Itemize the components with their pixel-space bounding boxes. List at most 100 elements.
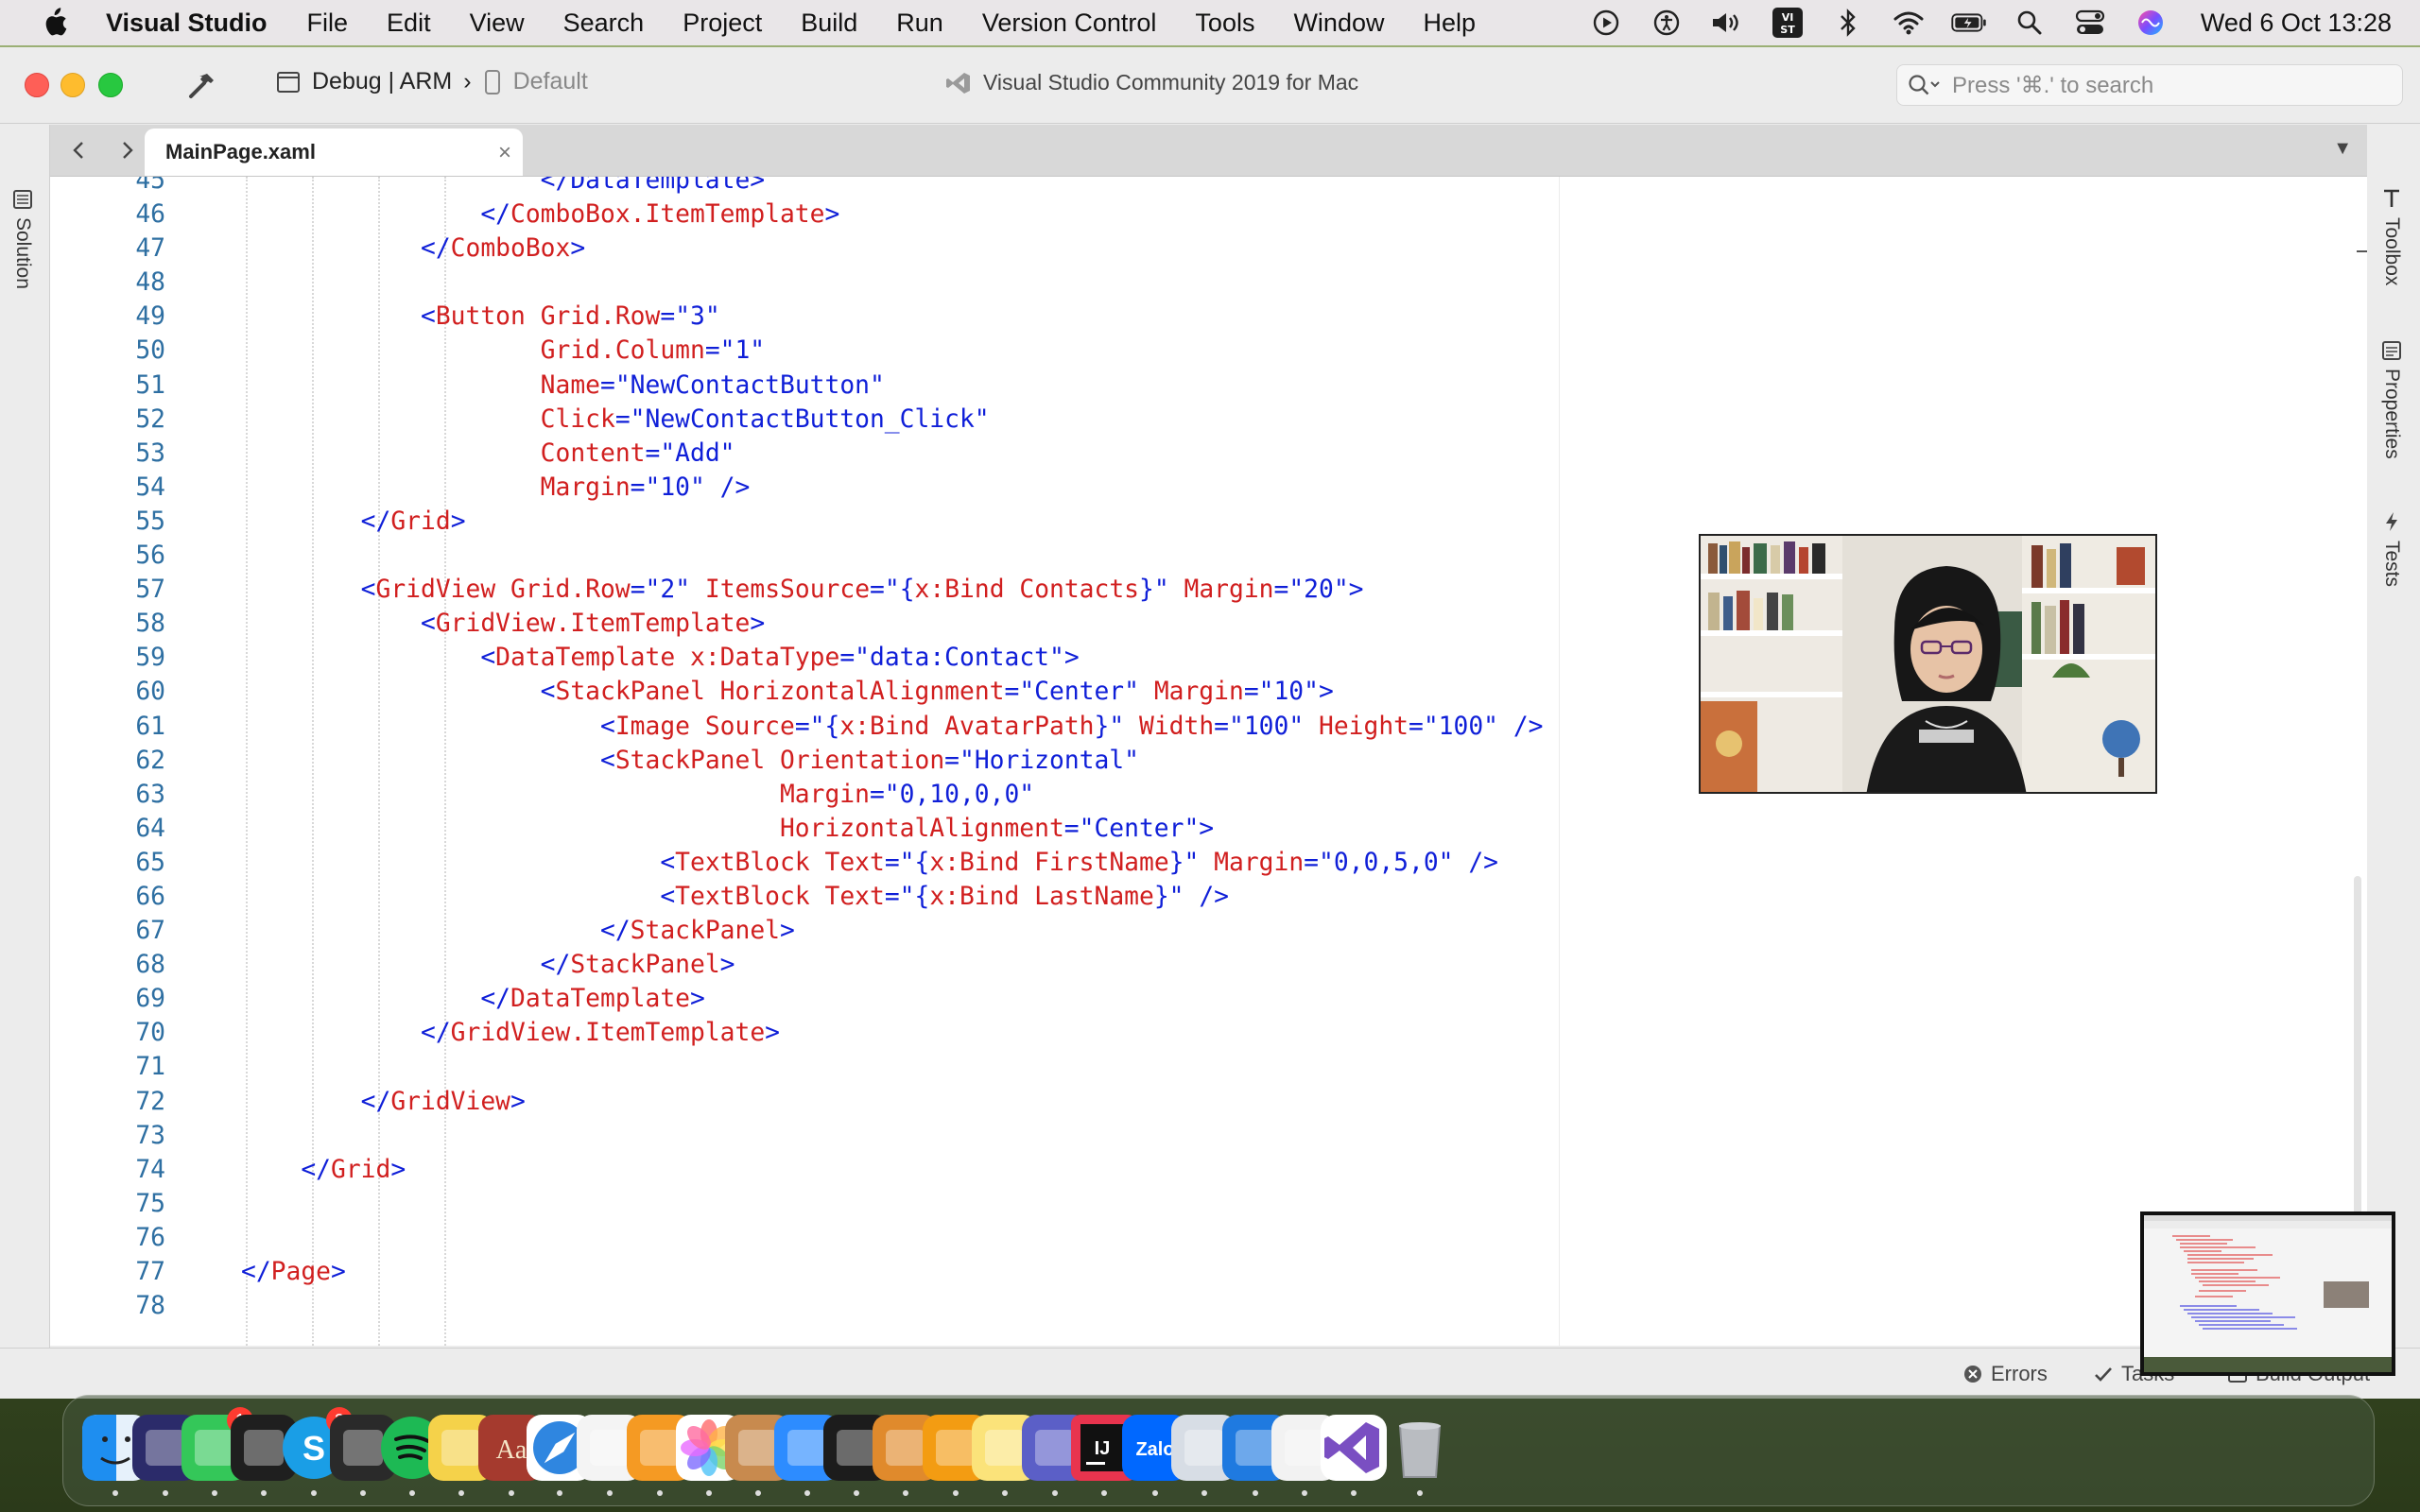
code-line[interactable]: 62 <StackPanel Orientation="Horizontal" xyxy=(50,744,1544,778)
code-line[interactable]: 59 <DataTemplate x:DataType="data:Contac… xyxy=(50,641,1544,675)
properties-pad-tab[interactable]: Properties xyxy=(2380,340,2403,459)
menu-view[interactable]: View xyxy=(470,9,525,38)
run-configuration-selector[interactable]: Debug | ARM › Default xyxy=(276,68,588,95)
siri-icon[interactable] xyxy=(2133,7,2169,39)
code-line[interactable]: 61 <Image Source="{x:Bind AvatarPath}" W… xyxy=(50,710,1543,744)
code-token: < xyxy=(599,746,615,775)
running-indicator xyxy=(854,1490,859,1496)
screen-recording-preview-thumbnail[interactable] xyxy=(2140,1211,2395,1376)
code-line[interactable]: 56 xyxy=(50,539,1544,573)
code-line[interactable]: 51 Name="NewContactButton" xyxy=(50,369,1544,403)
code-line[interactable]: 47 </ComboBox> xyxy=(50,232,1544,266)
tab-close-icon[interactable]: × xyxy=(498,140,511,166)
code-line[interactable]: 70 </GridView.ItemTemplate> xyxy=(50,1016,1544,1050)
tests-pad-tab[interactable]: Tests xyxy=(2380,510,2403,587)
menu-run[interactable]: Run xyxy=(896,9,943,38)
code-line[interactable]: 55 </Grid> xyxy=(50,505,1544,539)
code-line[interactable]: 73 xyxy=(50,1119,1544,1153)
code-line[interactable]: 64 HorizontalAlignment="Center"> xyxy=(50,812,1544,846)
global-search-field[interactable]: Press '⌘.' to search xyxy=(1896,64,2403,106)
code-line[interactable]: 46 </ComboBox.ItemTemplate> xyxy=(50,198,1544,232)
menu-version-control[interactable]: Version Control xyxy=(982,9,1157,38)
window-minimize-button[interactable] xyxy=(60,73,85,97)
device-label[interactable]: Default xyxy=(513,68,588,95)
code-line[interactable]: 74 </Grid> xyxy=(50,1153,1544,1187)
code-line[interactable]: 78 xyxy=(50,1289,1544,1323)
menu-tools[interactable]: Tools xyxy=(1195,9,1254,38)
code-token: </ xyxy=(480,200,510,230)
menu-build[interactable]: Build xyxy=(801,9,857,38)
code-line[interactable]: 58 <GridView.ItemTemplate> xyxy=(50,607,1544,641)
code-line[interactable]: 75 xyxy=(50,1187,1544,1221)
menu-file[interactable]: File xyxy=(307,9,349,38)
solution-pad-tab[interactable]: Solution xyxy=(11,189,34,289)
menu-edit[interactable]: Edit xyxy=(387,9,431,38)
tab-overflow-dropdown-icon[interactable]: ▼ xyxy=(2333,138,2352,160)
code-line[interactable]: 72 </GridView> xyxy=(50,1085,1544,1119)
code-line[interactable]: 68 </StackPanel> xyxy=(50,948,1544,982)
errors-pad-button[interactable]: Errors xyxy=(1962,1362,2048,1386)
toolbox-pad-tab[interactable]: Toolbox xyxy=(2380,187,2403,285)
code-line[interactable]: 60 <StackPanel HorizontalAlignment="Cent… xyxy=(50,675,1544,709)
play-circle-icon[interactable] xyxy=(1588,7,1624,39)
code-line[interactable]: 63 Margin="0,10,0,0" xyxy=(50,778,1544,812)
code-token: }" xyxy=(1168,848,1215,877)
volume-icon[interactable] xyxy=(1709,7,1745,39)
code-token: HorizontalAlignment xyxy=(719,678,1005,707)
spotlight-search-icon[interactable] xyxy=(2012,7,2048,39)
battery-icon[interactable] xyxy=(1951,7,1987,39)
code-line[interactable]: 53 Content="Add" xyxy=(50,437,1544,471)
menu-bar-clock[interactable]: Wed 6 Oct 13:28 xyxy=(2201,9,2392,38)
code-token: StackPanel xyxy=(630,917,780,946)
menu-help[interactable]: Help xyxy=(1423,9,1476,38)
tab-mainpage-xaml[interactable]: MainPage.xaml × xyxy=(145,129,523,176)
solution-pad-label: Solution xyxy=(12,217,34,289)
menu-project[interactable]: Project xyxy=(683,9,762,38)
code-token: </ xyxy=(480,985,510,1014)
code-token: > xyxy=(719,951,735,980)
trash-icon[interactable] xyxy=(1387,1415,1453,1496)
window-close-button[interactable] xyxy=(25,73,49,97)
code-line[interactable]: 65 <TextBlock Text="{x:Bind FirstName}" … xyxy=(50,846,1544,880)
code-line[interactable]: 77 </Page> xyxy=(50,1255,1544,1289)
code-token: ="100" xyxy=(1214,712,1319,741)
visual-studio-icon[interactable] xyxy=(1321,1415,1387,1496)
code-line[interactable]: 50 Grid.Column="1" xyxy=(50,334,1544,368)
vi-st-input-icon[interactable]: VI ST xyxy=(1770,7,1806,39)
app-menu[interactable]: Visual Studio xyxy=(106,9,268,38)
running-indicator xyxy=(409,1490,415,1496)
line-number: 61 xyxy=(135,712,165,741)
code-line[interactable]: 54 Margin="10" /> xyxy=(50,471,1544,505)
code-line[interactable]: 71 xyxy=(50,1050,1544,1084)
code-line[interactable]: 76 xyxy=(50,1221,1544,1255)
line-number: 73 xyxy=(135,1121,165,1150)
menu-search[interactable]: Search xyxy=(563,9,645,38)
navigate-forward-button[interactable] xyxy=(112,136,141,164)
code-token: Image xyxy=(614,712,690,741)
code-line[interactable]: 45 </DataTemplate> xyxy=(50,177,1544,198)
configuration-label[interactable]: Debug | ARM xyxy=(312,68,452,95)
webcam-overlay[interactable] xyxy=(1699,534,2157,794)
code-line[interactable]: 67 </StackPanel> xyxy=(50,914,1544,948)
apple-menu-icon[interactable] xyxy=(40,7,68,39)
code-token: Height xyxy=(1319,712,1409,741)
wifi-icon[interactable] xyxy=(1891,7,1927,39)
menu-window[interactable]: Window xyxy=(1293,9,1384,38)
code-line[interactable]: 57 <GridView Grid.Row="2" ItemsSource="{… xyxy=(50,573,1544,607)
build-hammer-icon[interactable] xyxy=(185,70,217,102)
code-line[interactable]: 69 </DataTemplate> xyxy=(50,982,1544,1016)
accessibility-icon[interactable] xyxy=(1649,7,1685,39)
code-line[interactable]: 66 <TextBlock Text="{x:Bind LastName}" /… xyxy=(50,880,1544,914)
bluetooth-icon[interactable] xyxy=(1830,7,1866,39)
code-line[interactable]: 48 xyxy=(50,266,1544,300)
code-line[interactable]: 52 Click="NewContactButton_Click" xyxy=(50,403,1544,437)
running-indicator xyxy=(458,1490,464,1496)
code-token: Text xyxy=(824,882,885,911)
window-zoom-button[interactable] xyxy=(98,73,123,97)
control-center-icon[interactable] xyxy=(2072,7,2108,39)
navigate-back-button[interactable] xyxy=(65,136,94,164)
code-line[interactable]: 49 <Button Grid.Row="3" xyxy=(50,300,1544,334)
